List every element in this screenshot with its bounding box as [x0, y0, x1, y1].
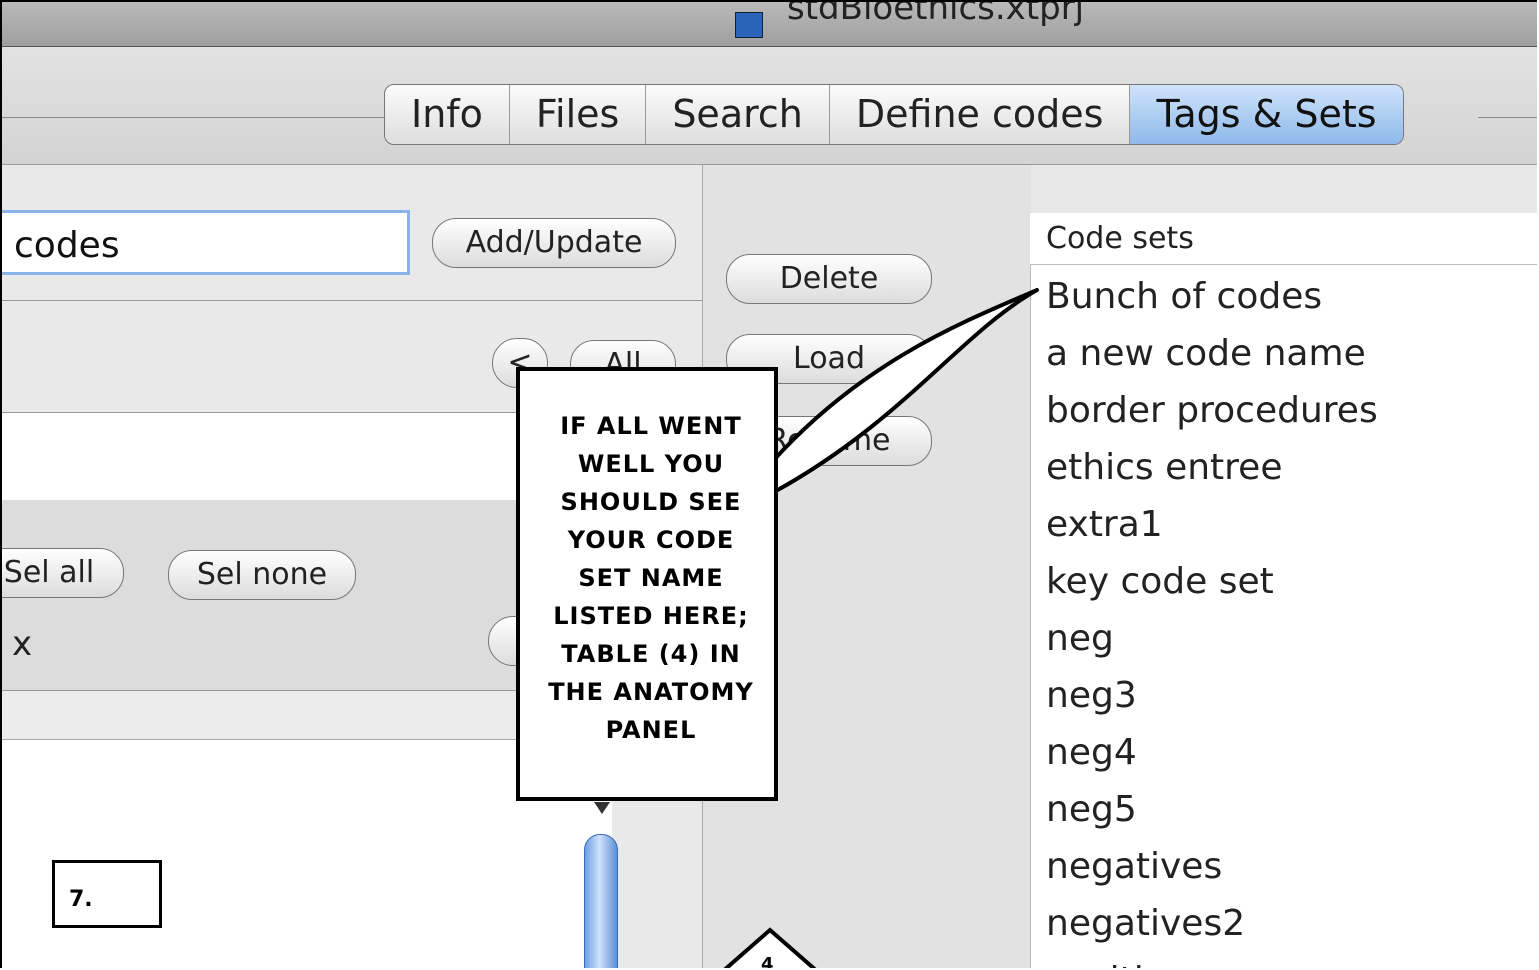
code-set-list-item[interactable]: Bunch of codes [1030, 268, 1537, 325]
code-set-list-item[interactable]: negatives [1030, 838, 1537, 895]
code-set-list-item[interactable]: negatives2 [1030, 895, 1537, 952]
code-sets-column-header[interactable]: Code sets [1030, 213, 1537, 265]
select-none-button[interactable]: Sel none [168, 550, 356, 600]
code-set-list-item[interactable]: neg3 [1030, 667, 1537, 724]
code-set-list-item[interactable]: a new code name [1030, 325, 1537, 382]
code-set-list-item[interactable]: neg [1030, 610, 1537, 667]
code-set-list-item[interactable]: neg4 [1030, 724, 1537, 781]
code-set-name-input[interactable]: codes [2, 210, 410, 275]
tab-files[interactable]: Files [510, 85, 647, 144]
document-icon [735, 12, 763, 38]
tab-define-codes[interactable]: Define codes [830, 85, 1131, 144]
toolbar: Info Files Search Define codes Tags & Se… [2, 47, 1537, 165]
tab-tags-and-sets[interactable]: Tags & Sets [1130, 85, 1403, 144]
truncated-label: x [12, 624, 33, 664]
callout-text: If all went well you should see your cod… [548, 412, 754, 744]
code-sets-list: Bunch of codes a new code name border proc… [1030, 268, 1537, 968]
application-window: stdBioethics.xtprj Info Files Search Def… [0, 0, 1537, 968]
scroll-down-arrow-icon[interactable] [594, 802, 610, 814]
code-set-list-item[interactable]: positi [1030, 952, 1537, 968]
annotation-callout: If all went well you should see your cod… [516, 367, 778, 801]
title-bar: stdBioethics.xtprj [2, 2, 1537, 47]
delete-button[interactable]: Delete [726, 254, 932, 304]
code-set-list-item[interactable]: border procedures [1030, 382, 1537, 439]
toolbar-divider [1478, 117, 1537, 118]
tab-search[interactable]: Search [646, 85, 830, 144]
select-all-button[interactable]: Sel all [2, 548, 124, 598]
code-set-list-item[interactable]: ethics entree [1030, 439, 1537, 496]
tab-info[interactable]: Info [385, 85, 510, 144]
window-title: stdBioethics.xtprj [787, 0, 1085, 28]
code-set-list-item[interactable]: extra1 [1030, 496, 1537, 553]
code-set-list-item[interactable]: key code set [1030, 553, 1537, 610]
step-number-label: 7. [52, 860, 162, 928]
divider [2, 300, 702, 301]
scrollbar-thumb[interactable] [584, 834, 618, 968]
add-update-button[interactable]: Add/Update [432, 218, 676, 268]
code-set-list-item[interactable]: neg5 [1030, 781, 1537, 838]
table-number-marker: 4 [761, 954, 774, 968]
toolbar-divider [2, 117, 384, 118]
tab-bar: Info Files Search Define codes Tags & Se… [384, 84, 1404, 145]
